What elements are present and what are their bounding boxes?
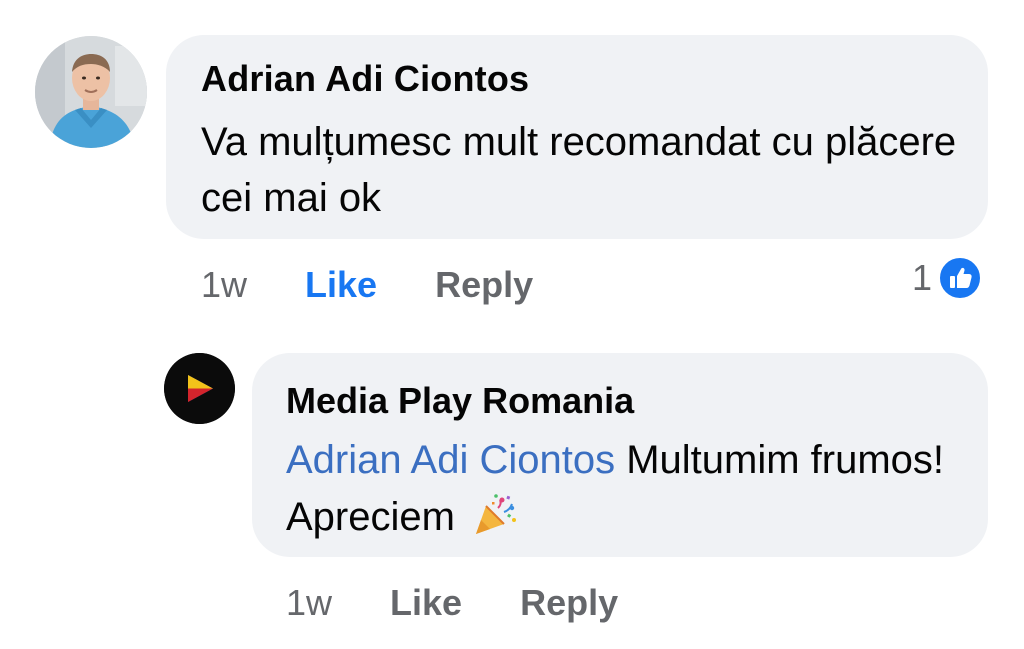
comment-author[interactable]: Adrian Adi Ciontos [201, 58, 529, 100]
comment-text: Adrian Adi Ciontos Multumim frumos! Apre… [286, 432, 966, 546]
party-popper-icon [472, 492, 518, 538]
comment-text: Va mulțumesc mult recomandat cu plăcere … [201, 120, 957, 220]
media-play-logo-icon [164, 353, 235, 424]
mention-link[interactable]: Adrian Adi Ciontos [286, 438, 615, 482]
reaction-count: 1 [912, 257, 933, 298]
avatar-media-play[interactable] [164, 353, 235, 424]
like-button[interactable]: Like [305, 264, 377, 306]
like-button[interactable]: Like [390, 582, 462, 624]
thumbs-up-icon [938, 256, 983, 300]
comment-actions: 1w Like Reply [201, 263, 533, 307]
avatar-adrian[interactable] [35, 36, 147, 148]
comment-time[interactable]: 1w [201, 264, 247, 306]
comment-time[interactable]: 1w [286, 582, 332, 624]
reply-button[interactable]: Reply [520, 582, 618, 624]
comment-actions: 1w Like Reply [286, 581, 618, 625]
reply-button[interactable]: Reply [435, 264, 533, 306]
reaction-summary[interactable]: 1 [912, 256, 983, 300]
person-avatar-icon [35, 36, 147, 148]
comment-author[interactable]: Media Play Romania [286, 380, 634, 422]
